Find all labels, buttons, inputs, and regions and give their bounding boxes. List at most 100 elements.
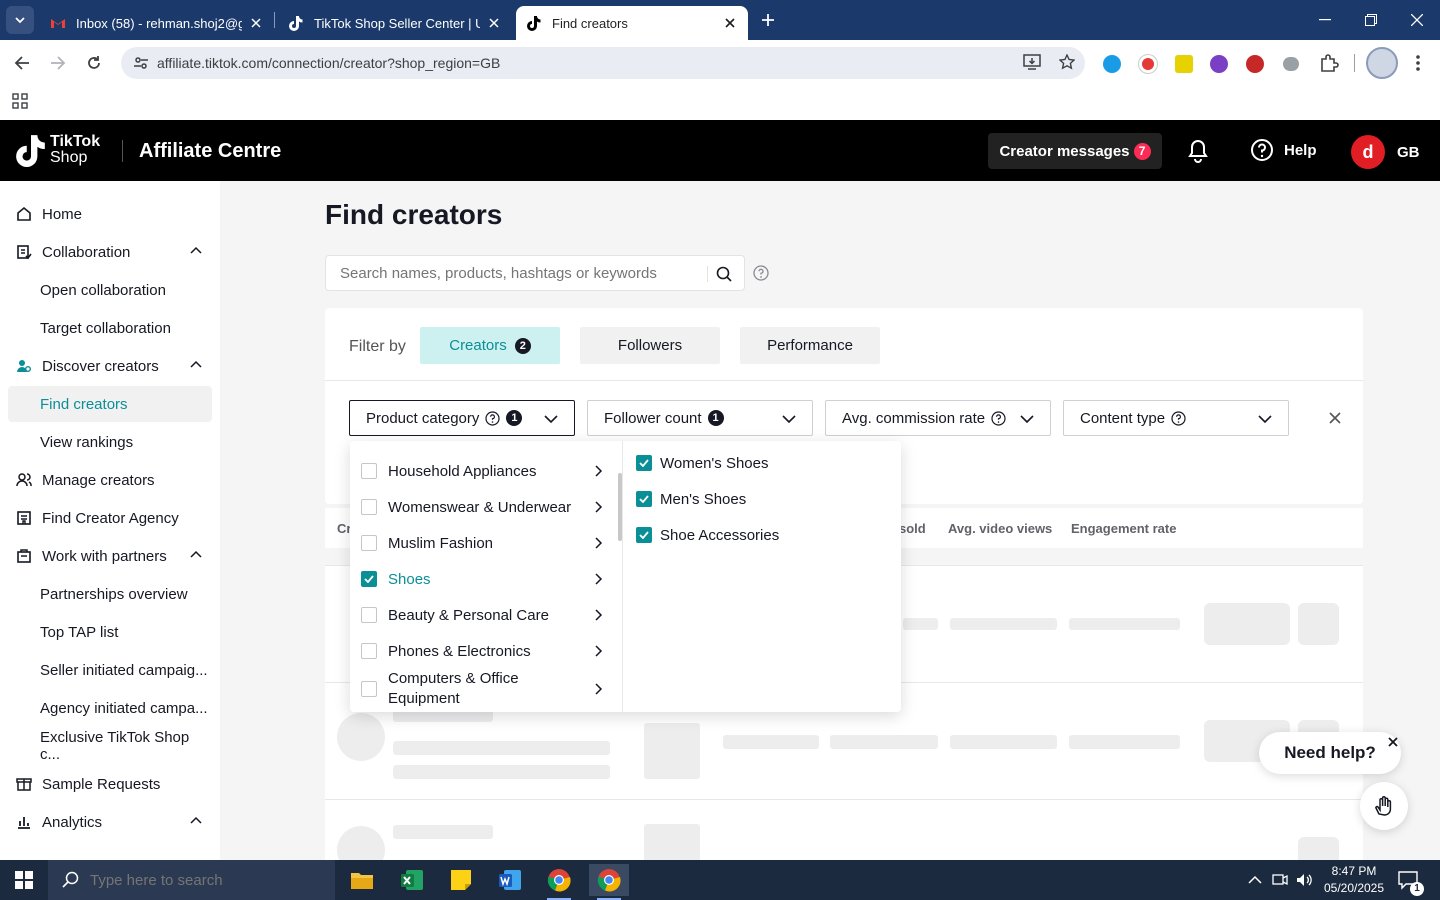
sidebar-item-manage-creators[interactable]: Manage creators [8, 462, 212, 498]
subcategory-checkbox-checked[interactable] [636, 455, 652, 471]
apps-grid-icon[interactable] [12, 93, 28, 109]
yellow-extension-icon[interactable] [1175, 55, 1193, 73]
need-help-bubble[interactable]: Need help? [1259, 732, 1401, 774]
sidebar-item-top-tap-list[interactable]: Top TAP list [8, 614, 212, 650]
sidebar-item-open-collaboration[interactable]: Open collaboration [8, 272, 212, 308]
forward-button[interactable] [44, 49, 72, 77]
browser-tab-find-creators[interactable]: Find creators [516, 6, 748, 40]
subcategory-checkbox-checked[interactable] [636, 527, 652, 543]
sticky-notes-icon[interactable] [441, 864, 481, 896]
sidebar-item-exclusive-tiktok-shop[interactable]: Exclusive TikTok Shop c... [8, 728, 212, 764]
bookmark-star-icon[interactable] [1059, 54, 1075, 70]
help-button[interactable]: Help [1250, 138, 1317, 162]
search-help-icon[interactable] [753, 265, 769, 281]
category-checkbox[interactable] [361, 535, 377, 551]
sidebar-item-analytics[interactable]: Analytics [8, 804, 212, 840]
category-checkbox-checked[interactable] [361, 571, 377, 587]
category-scrollbar[interactable] [618, 473, 622, 541]
account-region-button[interactable]: d GB [1351, 135, 1420, 169]
creator-search-box[interactable] [325, 255, 745, 291]
sidebar-item-home[interactable]: Home [8, 196, 212, 232]
category-checkbox[interactable] [361, 499, 377, 515]
subcategory-checkbox-checked[interactable] [636, 491, 652, 507]
taskbar-search-input[interactable] [90, 871, 320, 889]
pokeball-extension-icon[interactable] [1139, 55, 1157, 73]
cloud-gray-extension-icon[interactable] [1283, 57, 1299, 71]
category-checkbox[interactable] [361, 463, 377, 479]
category-option-shoes[interactable]: Shoes [350, 561, 623, 597]
clear-filters-icon[interactable] [1329, 412, 1341, 424]
cloud-extension-icon[interactable] [1103, 55, 1121, 73]
category-option-household-appliances[interactable]: Household Appliances [350, 453, 623, 489]
sidebar-item-sample-requests[interactable]: Sample Requests [8, 766, 212, 802]
taskbar-search[interactable] [48, 860, 335, 900]
tab-followers[interactable]: Followers [580, 327, 720, 364]
product-category-dropdown[interactable]: Product category 1 [349, 400, 575, 436]
help-icon[interactable] [1171, 410, 1186, 426]
column-header-engagement-rate[interactable]: Engagement rate [1071, 521, 1176, 536]
site-info-icon[interactable] [133, 55, 149, 71]
system-clock[interactable]: 8:47 PM 05/20/2025 [1318, 863, 1390, 897]
restore-button[interactable] [1348, 0, 1394, 40]
close-tab-icon[interactable] [722, 15, 738, 31]
column-header-avg-video-views[interactable]: Avg. video views [948, 521, 1052, 536]
extensions-puzzle-icon[interactable] [1319, 53, 1339, 73]
word-icon[interactable] [490, 864, 530, 896]
creator-messages-button[interactable]: Creator messages 7 [988, 133, 1162, 169]
close-tab-icon[interactable] [248, 15, 264, 31]
browser-tab-seller-center[interactable]: TikTok Shop Seller Center | United Kingd… [278, 6, 512, 40]
column-header-sold[interactable]: sold [899, 521, 926, 536]
help-icon[interactable] [485, 410, 501, 426]
sidebar-item-collaboration[interactable]: Collaboration [8, 234, 212, 270]
browser-tab-gmail[interactable]: Inbox (58) - rehman.shoj2@gmail.com [40, 6, 274, 40]
minimize-button[interactable] [1302, 0, 1348, 40]
address-bar[interactable]: affiliate.tiktok.com/connection/creator?… [121, 47, 1085, 79]
start-button[interactable] [0, 860, 48, 900]
chrome-active-icon[interactable] [589, 864, 629, 900]
content-type-dropdown[interactable]: Content type [1063, 400, 1289, 436]
notification-center-icon[interactable]: 1 [1398, 860, 1424, 900]
follower-count-dropdown[interactable]: Follower count 1 [587, 400, 813, 436]
purple-extension-icon[interactable] [1210, 55, 1228, 73]
subcategory-option-mens-shoes[interactable]: Men's Shoes [636, 481, 746, 517]
category-option-phones[interactable]: Phones & Electronics [350, 633, 623, 669]
reload-button[interactable] [80, 49, 108, 77]
sidebar-item-work-with-partners[interactable]: Work with partners [8, 538, 212, 574]
sidebar-item-find-creator-agency[interactable]: Find Creator Agency [8, 500, 212, 536]
sidebar-item-seller-initiated-campaigns[interactable]: Seller initiated campaig... [8, 652, 212, 688]
category-checkbox[interactable] [361, 681, 377, 697]
avg-commission-rate-dropdown[interactable]: Avg. commission rate [825, 400, 1051, 436]
notification-bell-icon[interactable] [1186, 138, 1210, 164]
sidebar-item-agency-initiated-campaigns[interactable]: Agency initiated campa... [8, 690, 212, 726]
help-icon[interactable] [991, 410, 1006, 426]
profile-avatar[interactable] [1366, 47, 1398, 79]
sidebar-item-find-creators[interactable]: Find creators [8, 386, 212, 422]
show-hidden-icons[interactable] [1248, 860, 1262, 900]
install-app-icon[interactable] [1023, 54, 1041, 70]
meet-now-icon[interactable] [1272, 860, 1288, 900]
sidebar-item-partnerships-overview[interactable]: Partnerships overview [8, 576, 212, 612]
close-tab-icon[interactable] [486, 15, 502, 31]
tab-search-button[interactable] [6, 6, 34, 34]
close-help-icon[interactable] [1386, 735, 1400, 749]
search-icon[interactable] [716, 266, 732, 282]
category-option-womenswear[interactable]: Womenswear & Underwear [350, 489, 623, 525]
new-tab-button[interactable] [756, 8, 780, 32]
subcategory-option-shoe-accessories[interactable]: Shoe Accessories [636, 517, 779, 553]
tab-creators[interactable]: Creators 2 [420, 327, 560, 364]
category-checkbox[interactable] [361, 607, 377, 623]
category-option-computers[interactable]: Computers & Office Equipment [350, 669, 623, 709]
tiktok-shop-logo[interactable]: TikTok Shop [16, 133, 100, 167]
category-option-beauty[interactable]: Beauty & Personal Care [350, 597, 623, 633]
red-extension-icon[interactable] [1246, 55, 1264, 73]
browser-menu-icon[interactable] [1410, 53, 1426, 73]
category-checkbox[interactable] [361, 643, 377, 659]
sidebar-item-target-collaboration[interactable]: Target collaboration [8, 310, 212, 346]
back-button[interactable] [8, 49, 36, 77]
file-explorer-icon[interactable] [342, 864, 382, 896]
close-window-button[interactable] [1394, 0, 1440, 40]
sidebar-item-discover-creators[interactable]: Discover creators [8, 348, 212, 384]
excel-icon[interactable] [392, 864, 432, 896]
category-option-muslim-fashion[interactable]: Muslim Fashion [350, 525, 623, 561]
volume-icon[interactable] [1296, 860, 1314, 900]
